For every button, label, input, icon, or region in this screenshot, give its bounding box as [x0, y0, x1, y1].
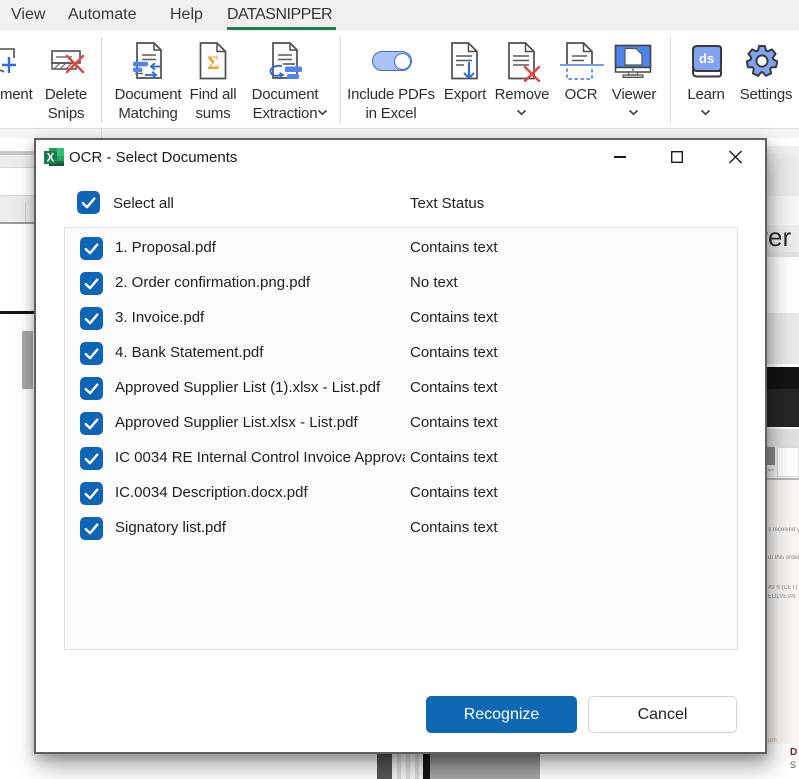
svg-text:X: X	[47, 153, 55, 165]
svg-text:Σ: Σ	[207, 53, 219, 74]
svg-text:ds: ds	[699, 51, 714, 66]
